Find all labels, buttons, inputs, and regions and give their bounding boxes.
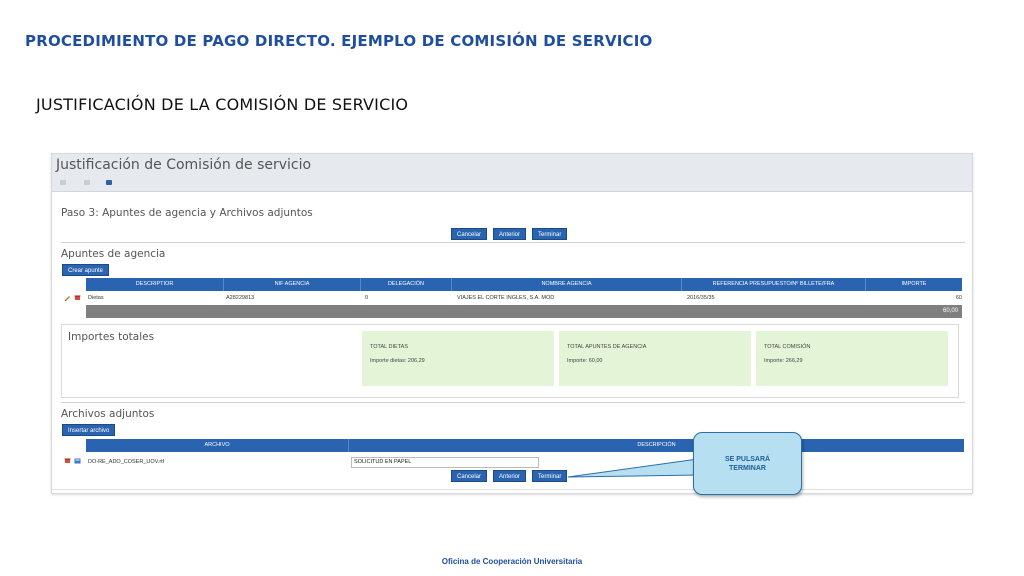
- table-row[interactable]: Dietas A28229813 0 VIAJES EL CORTE INGLE…: [62, 294, 962, 303]
- cancel-button[interactable]: Cancelar: [451, 228, 488, 240]
- divider: [61, 402, 965, 403]
- previous-button[interactable]: Anterior: [493, 470, 527, 482]
- apuntes-section-title: Apuntes de agencia: [61, 248, 166, 260]
- column-header[interactable]: DESCRIPTIOR: [86, 278, 224, 291]
- finish-button[interactable]: Terminar: [532, 470, 568, 482]
- total-dietas-card: TOTAL DIETAS Importe dietas: 206,29: [362, 331, 554, 386]
- step-indicator-3[interactable]: [106, 180, 112, 185]
- total-apuntes-card: TOTAL APUNTES DE AGENCIA Importe: 60,00: [559, 331, 751, 386]
- insert-file-button[interactable]: Insertar archivo: [62, 424, 116, 436]
- card-value: Importe: 60,00: [567, 358, 603, 364]
- callout-pointer: [567, 458, 699, 478]
- cancel-button[interactable]: Cancelar: [451, 470, 488, 482]
- cell-archivo[interactable]: DO-RE_ADO_COSER_UOV.rtf: [88, 458, 164, 467]
- column-header[interactable]: REFERENCIA PRESUPUESTO/Nº BILLETE/FRA: [682, 278, 866, 291]
- card-title: TOTAL COMISIÓN: [764, 344, 811, 350]
- step-indicator-2[interactable]: [84, 180, 90, 185]
- cell-delegacion: 0: [365, 295, 369, 301]
- app-header: Justificación de Comisión de servicio: [52, 154, 972, 192]
- archivos-section-title: Archivos adjuntos: [61, 408, 155, 420]
- cell-descriptor: Dietas: [88, 295, 104, 301]
- card-title: TOTAL APUNTES DE AGENCIA: [567, 344, 647, 350]
- apuntes-total-bar: 60,00: [86, 305, 962, 318]
- cell-referencia: 2016/35/35: [687, 295, 715, 301]
- column-header[interactable]: IMPORTE: [866, 278, 962, 291]
- pencil-icon[interactable]: [64, 295, 71, 301]
- file-description-input[interactable]: SOLICITUD EN PAPEL: [351, 457, 539, 468]
- card-title: TOTAL DIETAS: [370, 344, 408, 350]
- slide-title: PROCEDIMIENTO DE PAGO DIRECTO. EJEMPLO D…: [25, 32, 653, 50]
- app-window: Justificación de Comisión de servicio Pa…: [51, 153, 973, 494]
- trash-icon[interactable]: [74, 295, 81, 301]
- column-header[interactable]: DELEGACIÓN: [361, 278, 452, 291]
- cell-nif: A28229813: [226, 295, 255, 301]
- slide-subtitle: JUSTIFICACIÓN DE LA COMISIÓN DE SERVICIO: [36, 95, 409, 114]
- archivos-table-header: ARCHIVO DESCRIPCIÓN: [86, 439, 964, 452]
- callout-text: SE PULSARÁ TERMINAR: [724, 456, 771, 472]
- card-value: Importe: 266,29: [764, 358, 803, 364]
- cell-nombre-agencia: VIAJES EL CORTE INGLES, S.A. MOD: [457, 295, 555, 301]
- table-row[interactable]: DO-RE_ADO_COSER_UOV.rtf SOLICITUD EN PAP…: [62, 455, 962, 470]
- divider: [52, 489, 972, 490]
- callout-bubble: SE PULSARÁ TERMINAR: [693, 432, 802, 495]
- file-icon[interactable]: [74, 458, 81, 464]
- card-value: Importe dietas: 206,29: [370, 358, 425, 364]
- divider: [61, 242, 965, 243]
- column-header[interactable]: NOMBRE AGENCIA: [452, 278, 682, 291]
- apuntes-table-header: DESCRIPTIOR NIF AGENCIA DELEGACIÓN NOMBR…: [86, 278, 962, 291]
- column-header[interactable]: DESCRIPCIÓN: [349, 439, 964, 452]
- importes-section-title: Importes totales: [68, 331, 155, 343]
- cell-importe: 60: [955, 295, 962, 301]
- create-apunte-button[interactable]: Crear apunte: [62, 264, 110, 276]
- column-header[interactable]: NIF AGENCIA: [224, 278, 361, 291]
- step-indicator-1[interactable]: [60, 180, 66, 185]
- trash-icon[interactable]: [64, 458, 71, 464]
- total-comision-card: TOTAL COMISIÓN Importe: 266,29: [756, 331, 948, 386]
- previous-button[interactable]: Anterior: [493, 228, 527, 240]
- finish-button[interactable]: Terminar: [532, 228, 568, 240]
- apuntes-total: 60,00: [942, 308, 958, 314]
- step-title: Paso 3: Apuntes de agencia y Archivos ad…: [61, 207, 313, 219]
- column-header[interactable]: ARCHIVO: [86, 439, 349, 452]
- app-title: Justificación de Comisión de servicio: [56, 157, 312, 173]
- importes-panel: Importes totales TOTAL DIETAS Importe di…: [61, 324, 959, 398]
- slide-footer: Oficina de Cooperación Universitaria: [441, 557, 583, 566]
